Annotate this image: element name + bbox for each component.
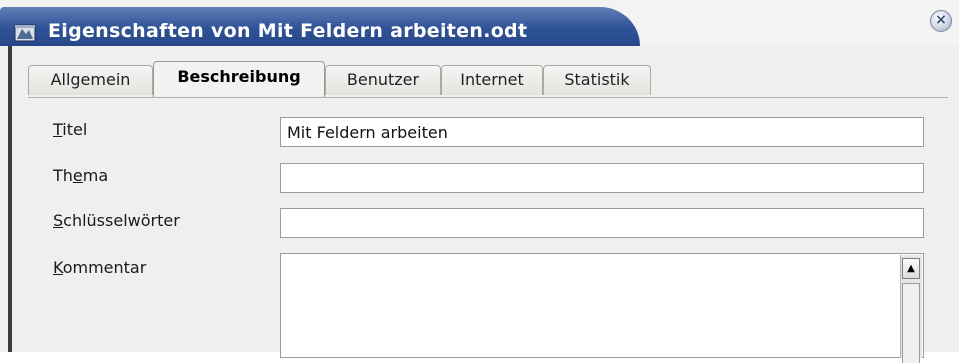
close-icon[interactable]: × xyxy=(930,10,952,32)
thema-label-pre: Th xyxy=(53,166,73,185)
titel-input[interactable] xyxy=(280,117,924,147)
window-left-border xyxy=(8,46,12,352)
thema-label-post: ma xyxy=(82,166,109,185)
schluesselwoerter-mnemonic: S xyxy=(53,211,64,230)
tab-strip: Allgemein Beschreibung Benutzer Internet… xyxy=(28,59,928,99)
kommentar-scrollbar[interactable]: ▲ xyxy=(900,255,922,363)
window-title: Eigenschaften von Mit Feldern arbeiten.o… xyxy=(48,20,528,42)
thema-label: Thema xyxy=(53,166,108,185)
kommentar-mnemonic: K xyxy=(53,258,63,277)
arrow-up-icon[interactable]: ▲ xyxy=(902,258,920,279)
document-icon xyxy=(14,24,36,42)
kommentar-textarea[interactable]: ▲ xyxy=(280,253,924,363)
titel-label: Titel xyxy=(53,120,87,139)
thema-input[interactable] xyxy=(280,163,924,193)
schluesselwoerter-label: Schlüsselwörter xyxy=(53,211,180,230)
kommentar-label: Kommentar xyxy=(53,258,146,277)
title-tab[interactable]: Eigenschaften von Mit Feldern arbeiten.o… xyxy=(0,7,640,46)
tab-allgemein[interactable]: Allgemein xyxy=(28,65,153,95)
schluesselwoerter-label-rest: chlüsselwörter xyxy=(63,211,180,230)
window-titlebar: Eigenschaften von Mit Feldern arbeiten.o… xyxy=(0,0,959,46)
schluesselwoerter-input[interactable] xyxy=(280,208,924,238)
kommentar-label-rest: ommentar xyxy=(62,258,147,277)
scroll-thumb[interactable] xyxy=(902,283,920,363)
tab-benutzer[interactable]: Benutzer xyxy=(325,65,441,95)
thema-mnemonic: e xyxy=(72,166,83,185)
tab-beschreibung[interactable]: Beschreibung xyxy=(153,61,325,97)
titel-label-rest: itel xyxy=(62,120,88,139)
tab-panel-border xyxy=(28,97,948,98)
tab-statistik[interactable]: Statistik xyxy=(543,65,651,95)
tab-internet[interactable]: Internet xyxy=(441,65,543,95)
titel-mnemonic: T xyxy=(53,120,63,139)
